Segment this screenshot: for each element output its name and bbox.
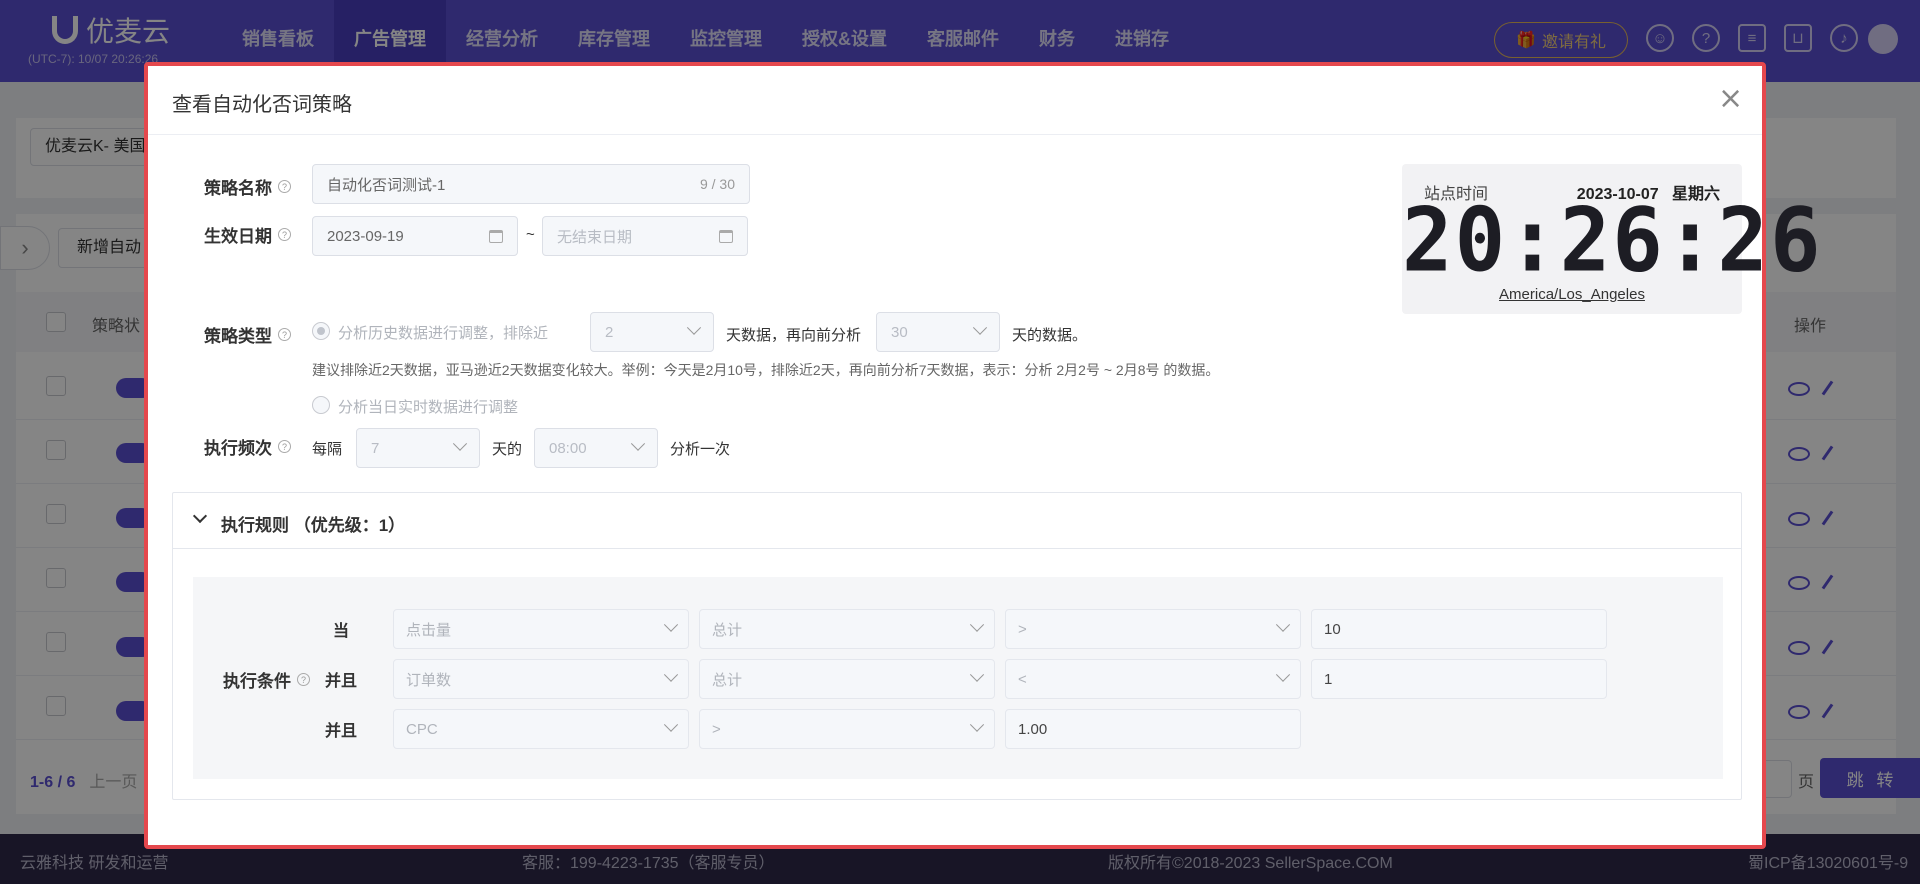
- aggregate-value: 总计: [712, 671, 743, 689]
- site-clock-card: 站点时间 2023-10-07 星期六 20:26:26 America/Los…: [1402, 164, 1823, 314]
- chevron-down-icon: [972, 320, 988, 335]
- end-date-placeholder: 无结束日期: [557, 228, 633, 246]
- metric-value: CPC: [406, 720, 438, 738]
- help-icon[interactable]: ?: [278, 328, 291, 341]
- close-icon[interactable]: ×: [1718, 84, 1743, 114]
- aggregate-select[interactable]: 总计: [699, 609, 995, 649]
- chevron-down-icon: [663, 717, 679, 732]
- metric-select[interactable]: CPC: [393, 709, 689, 749]
- freq-time-value: 08:00: [549, 439, 587, 457]
- chevron-down-icon: [686, 320, 702, 335]
- threshold-input[interactable]: 1: [1311, 659, 1607, 699]
- clock-time: 20:26:26: [1402, 188, 1823, 292]
- chevron-down-icon: [630, 436, 646, 451]
- chevron-down-icon: [969, 617, 985, 632]
- rules-header[interactable]: 执行规则 （优先级：1）: [173, 493, 1741, 549]
- clock-timezone[interactable]: America/Los_Angeles: [1402, 286, 1742, 303]
- freq-days-select[interactable]: 7: [356, 428, 480, 468]
- chevron-down-icon: [969, 717, 985, 732]
- threshold-input[interactable]: 1.00: [1005, 709, 1301, 749]
- aggregate-value: 总计: [712, 621, 743, 639]
- calendar-icon: [489, 229, 503, 243]
- operator-value: >: [1018, 620, 1027, 638]
- strategy-name-value: 自动化否词测试-1: [327, 176, 446, 194]
- help-icon[interactable]: ?: [297, 673, 310, 686]
- condition-label-text: 执行条件: [223, 672, 291, 691]
- operator-select[interactable]: >: [1005, 609, 1301, 649]
- threshold-value: 10: [1324, 620, 1341, 638]
- effective-date-label: 生效日期 ?: [204, 222, 291, 247]
- calendar-icon: [719, 229, 733, 243]
- freq-prefix: 每隔: [312, 441, 343, 458]
- help-icon[interactable]: ?: [278, 180, 291, 193]
- exclude-days-value: 2: [605, 323, 614, 341]
- threshold-value: 1: [1324, 670, 1333, 688]
- threshold-value: 1.00: [1018, 720, 1048, 738]
- threshold-input[interactable]: 10: [1311, 609, 1607, 649]
- operator-select[interactable]: <: [1005, 659, 1301, 699]
- operator-select[interactable]: >: [699, 709, 995, 749]
- help-icon[interactable]: ?: [278, 440, 291, 453]
- freq-suffix: 分析一次: [670, 441, 731, 458]
- end-date-picker[interactable]: 无结束日期: [542, 216, 748, 256]
- metric-value: 点击量: [406, 621, 452, 639]
- char-count: 9 / 30: [699, 176, 735, 192]
- operator-value: <: [1018, 670, 1027, 688]
- strategy-name-input[interactable]: 自动化否词测试-1 9 / 30: [312, 164, 750, 204]
- type-mid-text: 天数据，再向前分析: [726, 327, 862, 344]
- help-icon[interactable]: ?: [278, 228, 291, 241]
- history-analysis-radio[interactable]: [312, 322, 330, 340]
- analyze-days-value: 30: [891, 323, 908, 341]
- strategy-name-label: 策略名称 ?: [204, 174, 291, 199]
- frequency-label-text: 执行频次: [204, 439, 272, 458]
- chevron-down-icon: [1275, 667, 1291, 682]
- execution-rules-panel: 执行规则 （优先级：1） 执行条件 ? 当 点击量 总计 > 10 并且 订单数…: [172, 492, 1742, 800]
- effective-date-label-text: 生效日期: [204, 227, 272, 246]
- rules-title: 执行规则 （优先级：1）: [221, 516, 406, 535]
- chevron-down-icon: [452, 436, 468, 451]
- chevron-down-icon: [663, 667, 679, 682]
- modal-divider: [148, 134, 1762, 135]
- metric-value: 订单数: [406, 671, 452, 689]
- frequency-label: 执行频次 ?: [204, 434, 291, 459]
- chevron-down-icon: [969, 667, 985, 682]
- date-separator: ~: [526, 226, 535, 243]
- analyze-days-select[interactable]: 30: [876, 312, 1000, 352]
- chevron-down-icon: [192, 508, 208, 524]
- condition-label: 执行条件 ?: [223, 667, 310, 692]
- chevron-down-icon: [1275, 617, 1291, 632]
- strategy-type-label: 策略类型 ?: [204, 322, 291, 347]
- realtime-analysis-label: 分析当日实时数据进行调整: [338, 399, 519, 416]
- metric-select[interactable]: 点击量: [393, 609, 689, 649]
- chevron-down-icon: [663, 617, 679, 632]
- start-date-picker[interactable]: 2023-09-19: [312, 216, 518, 256]
- start-date-value: 2023-09-19: [327, 227, 404, 245]
- modal-title: 查看自动化否词策略: [172, 94, 352, 116]
- freq-mid: 天的: [492, 441, 523, 458]
- realtime-analysis-radio[interactable]: [312, 396, 330, 414]
- strategy-type-hint: 建议排除近2天数据，亚马逊近2天数据变化较大。举例：今天是2月10号，排除近2天…: [312, 362, 1220, 378]
- history-analysis-label: 分析历史数据进行调整，排除近: [338, 325, 549, 342]
- condition-conj: 当: [333, 623, 350, 640]
- strategy-detail-modal: 查看自动化否词策略 × 策略名称 ? 自动化否词测试-1 9 / 30 生效日期…: [144, 62, 1823, 849]
- freq-days-value: 7: [371, 439, 380, 457]
- strategy-type-label-text: 策略类型: [204, 327, 272, 346]
- condition-conj: 并且: [325, 723, 358, 740]
- aggregate-select[interactable]: 总计: [699, 659, 995, 699]
- freq-time-select[interactable]: 08:00: [534, 428, 658, 468]
- condition-conj: 并且: [325, 673, 358, 690]
- strategy-name-label-text: 策略名称: [204, 179, 272, 198]
- operator-value: >: [712, 720, 721, 738]
- type-suffix-text: 天的数据。: [1012, 327, 1088, 344]
- exclude-days-select[interactable]: 2: [590, 312, 714, 352]
- rules-body: 执行条件 ? 当 点击量 总计 > 10 并且 订单数 总计 < 1 并且 CP…: [193, 577, 1723, 779]
- metric-select[interactable]: 订单数: [393, 659, 689, 699]
